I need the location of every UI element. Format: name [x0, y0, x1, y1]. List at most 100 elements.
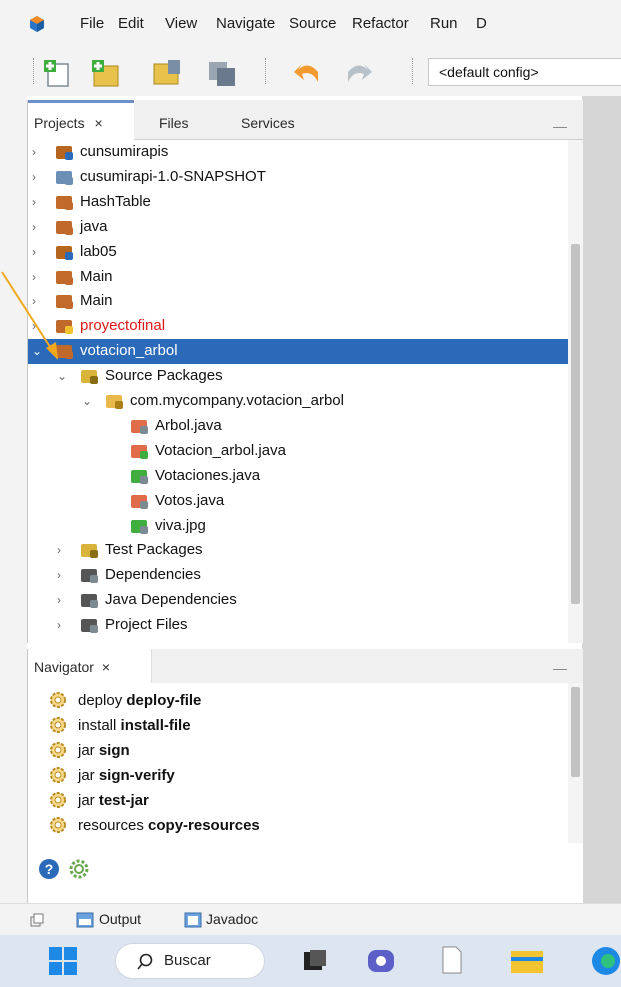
- minimize-icon[interactable]: [553, 127, 567, 128]
- maven-goal-gear-icon: [50, 792, 66, 808]
- tree-row[interactable]: › cusumirapi-1.0-SNAPSHOT: [28, 165, 568, 190]
- new-project-icon[interactable]: [88, 56, 122, 90]
- tree-row[interactable]: › Test Packages: [28, 538, 568, 563]
- windows-taskbar: Buscar: [0, 935, 621, 987]
- chevron-right-icon[interactable]: ›: [32, 145, 36, 159]
- toolbar-separator: [33, 58, 34, 84]
- tree-row-label: HashTable: [80, 192, 151, 210]
- output-tab[interactable]: Output: [99, 911, 141, 927]
- new-file-icon[interactable]: [40, 56, 74, 90]
- gear-icon[interactable]: [68, 858, 90, 880]
- minimize-icon[interactable]: [553, 669, 567, 670]
- chevron-down-icon[interactable]: ⌄: [82, 394, 92, 408]
- tree-row-label: Votos.java: [155, 491, 225, 509]
- scrollbar-thumb[interactable]: [571, 687, 580, 777]
- navigator-scrollbar[interactable]: [568, 683, 583, 843]
- close-icon[interactable]: ×: [102, 659, 110, 675]
- source-folder-icon: [81, 370, 98, 385]
- menu-navigate[interactable]: Navigate: [216, 15, 275, 32]
- tab-files[interactable]: Files: [159, 100, 189, 140]
- tree-row[interactable]: Arbol.java: [28, 414, 568, 439]
- menu-edit[interactable]: Edit: [118, 15, 144, 32]
- package-icon: [106, 395, 123, 409]
- menu-run[interactable]: Run: [430, 15, 458, 32]
- scrollbar-thumb[interactable]: [571, 244, 580, 604]
- tree-row[interactable]: › Dependencies: [28, 563, 568, 588]
- tree-row[interactable]: Votacion_arbol.java: [28, 439, 568, 464]
- tree-row[interactable]: › HashTable: [28, 190, 568, 215]
- tree-row[interactable]: › proyectofinal: [28, 314, 568, 339]
- tree-row[interactable]: viva.jpg: [28, 514, 568, 539]
- left-gutter: [0, 96, 27, 903]
- navigator-tabstrip: Navigator ×: [28, 649, 583, 683]
- menu-view[interactable]: View: [165, 15, 197, 32]
- goal-name: sign-verify: [98, 767, 175, 784]
- tree-row[interactable]: › lab05: [28, 240, 568, 265]
- tree-row-label: Test Packages: [105, 541, 203, 559]
- maven-project-icon: [56, 245, 73, 260]
- tree-row-label: proyectofinal: [80, 317, 166, 335]
- chevron-right-icon[interactable]: ›: [32, 170, 36, 184]
- toolbar: <default config>: [0, 50, 621, 96]
- project-tree-scrollbar[interactable]: [568, 140, 583, 643]
- chevron-right-icon[interactable]: ›: [32, 245, 36, 259]
- edge-browser-icon[interactable]: [588, 946, 621, 976]
- chevron-right-icon[interactable]: ›: [57, 593, 61, 607]
- search-label: Buscar: [164, 952, 211, 969]
- window-restore-icon[interactable]: [30, 913, 44, 927]
- toolbar-separator: [265, 58, 266, 84]
- help-icon[interactable]: ?: [38, 858, 60, 880]
- chevron-right-icon[interactable]: ›: [57, 543, 61, 557]
- tree-row[interactable]: ⌄ com.mycompany.votacion_arbol: [28, 389, 568, 414]
- redo-icon[interactable]: [342, 56, 376, 90]
- maven-goal-gear-icon: [50, 767, 66, 783]
- windows-start-icon[interactable]: [48, 946, 78, 976]
- editor-area: [582, 96, 621, 903]
- file-explorer-icon[interactable]: [510, 947, 544, 975]
- tree-row-label: Votaciones.java: [155, 466, 261, 484]
- taskbar-search[interactable]: Buscar: [115, 943, 265, 979]
- tree-row[interactable]: › Main: [28, 265, 568, 290]
- chevron-right-icon[interactable]: ›: [32, 195, 36, 209]
- tree-row-label: com.mycompany.votacion_arbol: [130, 392, 344, 409]
- task-view-icon[interactable]: [302, 948, 328, 974]
- save-all-icon[interactable]: [205, 56, 239, 90]
- menu-source[interactable]: Source: [289, 15, 337, 32]
- tree-row[interactable]: › cunsumirapis: [28, 140, 568, 165]
- tree-row[interactable]: Votaciones.java: [28, 464, 568, 489]
- tree-row-label: Source Packages: [105, 367, 223, 385]
- navigator-item-text: deploy deploy-file: [78, 692, 201, 709]
- tree-row[interactable]: › Project Files: [28, 613, 568, 638]
- tree-row[interactable]: Votos.java: [28, 489, 568, 514]
- tab-navigator[interactable]: Navigator ×: [28, 649, 152, 683]
- menu-refactor[interactable]: Refactor: [352, 15, 409, 32]
- chevron-down-icon[interactable]: ⌄: [57, 369, 67, 383]
- close-icon[interactable]: ×: [94, 115, 102, 131]
- chevron-right-icon[interactable]: ›: [57, 568, 61, 582]
- menu-debug[interactable]: D: [476, 15, 487, 32]
- undo-icon[interactable]: [290, 56, 324, 90]
- chat-icon[interactable]: [366, 946, 396, 976]
- goal-name: install-file: [120, 717, 191, 734]
- goal-prefix: jar: [78, 767, 95, 784]
- tab-projects[interactable]: Projects ×: [28, 100, 134, 140]
- library-folder-icon: [81, 594, 98, 609]
- search-icon: [137, 953, 153, 970]
- goal-prefix: jar: [78, 792, 95, 809]
- config-select[interactable]: <default config>: [428, 58, 621, 86]
- open-project-icon[interactable]: [150, 56, 184, 90]
- tree-row-label: viva.jpg: [155, 516, 206, 534]
- tab-services[interactable]: Services: [241, 100, 295, 140]
- tree-row[interactable]: ⌄ votacion_arbol: [28, 339, 568, 365]
- project-tree: › cunsumirapis › cusumirapi-1.0-SNAPSHOT › Ha…: [28, 140, 568, 643]
- tree-row[interactable]: › java: [28, 215, 568, 240]
- file-icon[interactable]: [440, 945, 464, 975]
- javadoc-icon: [184, 912, 202, 928]
- menu-file[interactable]: File: [80, 15, 104, 32]
- javadoc-tab[interactable]: Javadoc: [206, 911, 258, 927]
- tree-row[interactable]: › Java Dependencies: [28, 588, 568, 613]
- chevron-right-icon[interactable]: ›: [57, 618, 61, 632]
- chevron-right-icon[interactable]: ›: [32, 220, 36, 234]
- tree-row[interactable]: ⌄ Source Packages: [28, 364, 568, 389]
- tree-row[interactable]: › Main: [28, 289, 568, 314]
